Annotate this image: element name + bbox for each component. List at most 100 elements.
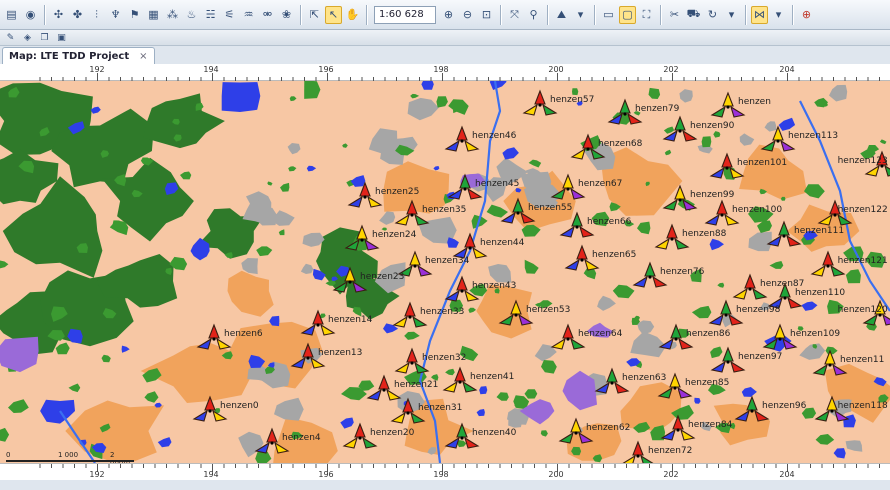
sector-icon [666, 223, 678, 239]
sector-icon [464, 232, 476, 248]
site-label: henzen6 [224, 329, 263, 339]
water-body [489, 81, 507, 90]
paste-icon[interactable]: ▣ [54, 31, 69, 44]
site-label: henzen72 [648, 446, 693, 456]
sector-icon [779, 282, 791, 298]
pointer-icon[interactable]: ⇱ [306, 6, 323, 24]
built-up-area [597, 295, 616, 311]
sector-icon [672, 414, 684, 430]
site-center-dot [566, 187, 570, 191]
edit-icon[interactable]: ✎ [3, 31, 18, 44]
neighbour-icon[interactable]: ⚟ [221, 6, 238, 24]
frequency-icon[interactable]: ♒ [240, 6, 257, 24]
sector-icon [274, 441, 290, 454]
site-label: henzen110 [795, 288, 846, 298]
site-center-dot [460, 139, 464, 143]
sector-icon [417, 264, 433, 277]
ruler-label: 204 [779, 470, 795, 479]
sector-icon [414, 213, 430, 226]
map-view[interactable]: henzen57 henzen79 henzen henzen46 henzen68 he… [0, 81, 890, 463]
cell-icon[interactable]: ✤ [69, 6, 86, 24]
sector-icon [882, 313, 890, 326]
sector-icon [658, 337, 674, 350]
water-body [157, 437, 172, 448]
settings-icon[interactable]: ⊕ [798, 6, 815, 24]
main-toolbar: ▤ ◉ ✣ ✤ ⫶ ♆ ⚑ ▦ ⁂ ♨ ☵ ⚟ ♒ ⚮ ❀ ⇱ ↖ ✋ 1:60… [0, 0, 890, 30]
measure-icon[interactable]: ▭ [600, 6, 617, 24]
zoom-out-icon[interactable]: ⊖ [459, 6, 476, 24]
zoom-extent-icon[interactable]: ◉ [22, 6, 39, 24]
coverage-icon[interactable]: ☵ [202, 6, 219, 24]
site-label: henzen45 [475, 179, 520, 189]
cars-icon[interactable]: ⛟ [685, 6, 702, 24]
site-label: henzen40 [472, 428, 517, 438]
built-up-area [829, 84, 848, 102]
tab-map[interactable]: Map: LTE TDD Project × [2, 47, 155, 64]
site-center-dot [826, 264, 830, 268]
site-center-dot [575, 225, 579, 229]
microwave-icon[interactable]: ▦ [145, 6, 162, 24]
sector-icon [810, 264, 826, 277]
repeater-icon[interactable]: ♆ [107, 6, 124, 24]
antenna-icon[interactable]: ⚑ [126, 6, 143, 24]
sector-icon [402, 397, 414, 413]
network-icon[interactable]: ⋈ [751, 5, 768, 24]
sector-icon [342, 436, 358, 449]
sector-icon [786, 234, 802, 247]
vegetation-area [101, 354, 111, 363]
tools-icon[interactable]: ✂ [666, 6, 683, 24]
prediction-icon[interactable]: ♨ [183, 6, 200, 24]
zoom-area-icon[interactable]: ⤧ [506, 6, 523, 24]
sector-icon [862, 313, 878, 326]
zoom-area-icon[interactable]: ⊡ [478, 6, 495, 24]
site-label: henzen0 [220, 401, 259, 411]
chevron-down-icon[interactable]: ▾ [723, 6, 740, 24]
transmitter-icon[interactable]: ⫶ [88, 6, 105, 24]
find-icon[interactable]: ⚲ [525, 6, 542, 24]
select-icon[interactable]: ↖ [325, 5, 342, 24]
site-center-dot [725, 166, 729, 170]
sector-icon [310, 356, 326, 369]
terrain-icon[interactable]: ⛰ [553, 6, 570, 24]
site-icon[interactable]: ✣ [50, 6, 67, 24]
sector-icon [192, 409, 208, 422]
site-label: henzen11 [840, 355, 885, 365]
scale-input[interactable]: 1:60 628 [374, 5, 436, 24]
site-label: henzen98 [736, 305, 781, 315]
vegetation-area [288, 166, 297, 172]
vegetation-area [879, 139, 887, 145]
pan-icon[interactable]: ✋ [344, 6, 361, 24]
site-label: henzen84 [688, 420, 733, 430]
ruler-label: 192 [89, 470, 105, 479]
binoculars-icon[interactable]: ⛶ [638, 6, 655, 24]
zoom-in-icon[interactable]: ⊕ [440, 6, 457, 24]
sector-icon [520, 211, 536, 224]
sector-icon [412, 315, 428, 328]
refresh-icon[interactable]: ↻ [704, 6, 721, 24]
sector-icon [730, 105, 746, 118]
forest-area [143, 93, 225, 149]
site-center-dot [673, 386, 677, 390]
chevron-down-icon[interactable]: ▾ [770, 6, 787, 24]
site-center-dot [623, 112, 627, 116]
site-center-dot [776, 139, 780, 143]
layers-icon[interactable]: ◈ [20, 31, 35, 44]
legend-icon[interactable]: ▢ [619, 5, 636, 24]
sector-icon [704, 213, 720, 226]
route-icon[interactable]: ⚮ [259, 6, 276, 24]
vegetation-area [0, 260, 9, 269]
drive-test-icon[interactable]: ❀ [278, 6, 295, 24]
copy-icon[interactable]: ❐ [37, 31, 52, 44]
traffic-icon[interactable]: ⁂ [164, 6, 181, 24]
layers-icon[interactable]: ▤ [3, 6, 20, 24]
close-icon[interactable]: × [139, 51, 147, 62]
vegetation-area [410, 93, 420, 99]
sector-icon [300, 323, 316, 336]
site-label: henzen20 [370, 428, 415, 438]
vegetation-area [804, 184, 825, 199]
site-center-dot [676, 428, 680, 432]
vegetation-area [68, 383, 81, 393]
chevron-down-icon[interactable]: ▾ [572, 6, 589, 24]
site-center-dot [348, 280, 352, 284]
water-body [90, 106, 101, 114]
